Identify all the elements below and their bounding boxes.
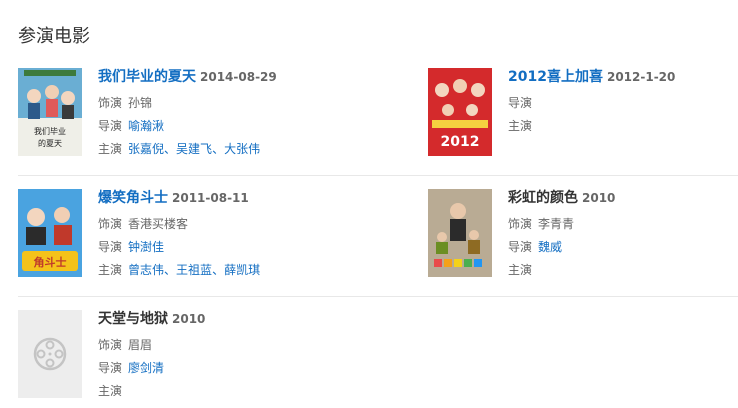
movie-date: 2010 (582, 191, 616, 205)
movie-card: 我们毕业 的夏天 我们毕业的夏天 2014-08-29 饰演 孙锦 导演 喻瀚湫 主演… (18, 68, 348, 168)
director-label: 导演 (98, 240, 123, 254)
role-value: 眉眉 (128, 338, 153, 352)
movie-title: 彩虹的颜色 (508, 190, 578, 206)
cast-label: 主演 (98, 384, 123, 398)
section-title: 参演电影 (18, 26, 90, 47)
cast-label: 主演 (98, 263, 123, 277)
movie-poster[interactable] (428, 189, 492, 277)
movie-date: 2010 (172, 312, 206, 326)
film-reel-icon (33, 337, 67, 371)
movie-title[interactable]: 我们毕业的夏天 (98, 69, 196, 85)
movie-title: 天堂与地狱 (98, 311, 168, 327)
role-label: 饰演 (98, 217, 123, 231)
movie-poster-placeholder (18, 310, 82, 398)
director-link[interactable]: 钟澍佳 (128, 240, 164, 254)
movie-poster[interactable]: 2012 (428, 68, 492, 156)
cast-link[interactable]: 曾志伟 (128, 263, 164, 277)
role-value: 李青青 (538, 217, 575, 231)
cast-link[interactable]: 大张伟 (224, 142, 260, 156)
movie-card: 角斗士 爆笑角斗士 2011-08-11 饰演 香港买楼客 导演 钟澍佳 主演 曾志伟、… (18, 189, 348, 289)
svg-text:2012: 2012 (441, 134, 480, 150)
movie-date: 2011-08-11 (172, 191, 249, 205)
role-value: 孙锦 (128, 96, 153, 110)
cast-label: 主演 (508, 263, 533, 277)
movie-card: 天堂与地狱 2010 饰演 眉眉 导演 廖剑清 主演 (18, 310, 348, 408)
movie-poster[interactable]: 我们毕业 的夏天 (18, 68, 82, 156)
role-label: 饰演 (98, 96, 123, 110)
movie-title[interactable]: 2012喜上加喜 (508, 69, 603, 85)
role-label: 饰演 (98, 338, 123, 352)
movie-date: 2014-08-29 (200, 70, 277, 84)
movie-card: 2012 2012喜上加喜 2012-1-20 导演 主演 (428, 68, 738, 168)
svg-text:我们毕业: 我们毕业 (34, 126, 66, 136)
cast-link[interactable]: 张嘉倪 (128, 142, 164, 156)
row-divider (18, 296, 738, 297)
movie-card: 彩虹的颜色 2010 饰演 李青青 导演 魏威 主演 (428, 189, 738, 289)
director-label: 导演 (508, 96, 533, 110)
cast-link[interactable]: 薛凯琪 (224, 263, 260, 277)
director-label: 导演 (508, 240, 533, 254)
movie-title[interactable]: 爆笑角斗士 (98, 190, 168, 206)
movie-poster[interactable]: 角斗士 (18, 189, 82, 277)
role-value: 香港买楼客 (128, 217, 189, 231)
cast-link[interactable]: 吴建飞 (176, 142, 212, 156)
row-divider (18, 175, 738, 176)
director-link[interactable]: 魏威 (538, 240, 562, 254)
role-label: 饰演 (508, 217, 533, 231)
cast-label: 主演 (508, 119, 533, 133)
svg-text:的夏天: 的夏天 (38, 138, 62, 148)
director-label: 导演 (98, 119, 123, 133)
cast-link[interactable]: 王祖蓝 (176, 263, 212, 277)
cast-label: 主演 (98, 142, 123, 156)
director-label: 导演 (98, 361, 123, 375)
movie-date: 2012-1-20 (606, 70, 676, 84)
director-link[interactable]: 廖剑清 (128, 361, 164, 375)
director-link[interactable]: 喻瀚湫 (128, 119, 164, 133)
svg-text:角斗士: 角斗士 (34, 255, 67, 269)
